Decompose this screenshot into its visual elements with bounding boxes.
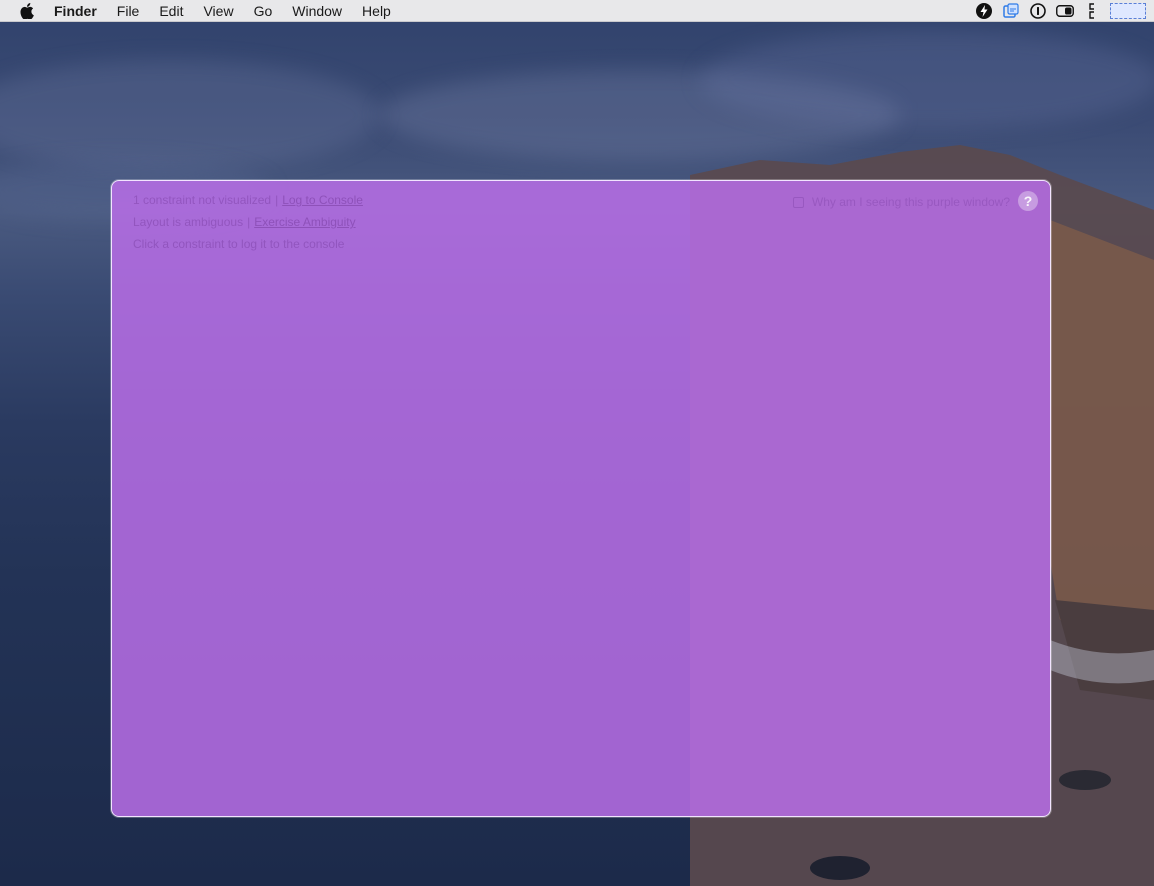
why-purple-text: Why am I seeing this purple window? bbox=[811, 195, 1010, 209]
password-manager-icon[interactable] bbox=[1029, 2, 1047, 20]
menu-edit[interactable]: Edit bbox=[149, 0, 193, 22]
toggle-icon[interactable] bbox=[1056, 2, 1074, 20]
menu-file[interactable]: File bbox=[107, 0, 150, 22]
menu-view[interactable]: View bbox=[193, 0, 243, 22]
spotlight-field[interactable] bbox=[1110, 3, 1146, 19]
menu-window[interactable]: Window bbox=[282, 0, 352, 22]
constraint-hint-text: Click a constraint to log it to the cons… bbox=[133, 237, 345, 251]
menu-help[interactable]: Help bbox=[352, 0, 401, 22]
exercise-ambiguity-link[interactable]: Exercise Ambiguity bbox=[254, 215, 355, 229]
status-area bbox=[975, 0, 1146, 22]
why-purple-window[interactable]: Why am I seeing this purple window? bbox=[792, 195, 1010, 209]
clipboard-icon[interactable] bbox=[1083, 2, 1101, 20]
desktop-wallpaper: Finder File Edit View Go Window Help 1 c… bbox=[0, 0, 1154, 886]
lightning-icon[interactable] bbox=[975, 2, 993, 20]
log-to-console-link[interactable]: Log to Console bbox=[282, 193, 363, 207]
window-screenshot-icon[interactable] bbox=[1002, 2, 1020, 20]
ambiguity-status-text: Layout is ambiguous bbox=[133, 215, 244, 229]
apple-logo-icon[interactable] bbox=[20, 0, 36, 22]
menu-bar: Finder File Edit View Go Window Help bbox=[0, 0, 1154, 22]
constraint-status-text: 1 constraint not visualized bbox=[133, 193, 272, 207]
help-button[interactable]: ? bbox=[1018, 191, 1038, 211]
debug-overlay-window[interactable]: 1 constraint not visualized | Log to Conso… bbox=[111, 180, 1051, 817]
ambiguity-status-line: Layout is ambiguous | Exercise Ambiguity bbox=[133, 215, 356, 229]
constraint-status-line: 1 constraint not visualized | Log to Conso… bbox=[133, 193, 363, 207]
why-checkbox[interactable] bbox=[792, 196, 804, 208]
menu-go[interactable]: Go bbox=[244, 0, 283, 22]
menu-app-finder[interactable]: Finder bbox=[44, 0, 107, 22]
